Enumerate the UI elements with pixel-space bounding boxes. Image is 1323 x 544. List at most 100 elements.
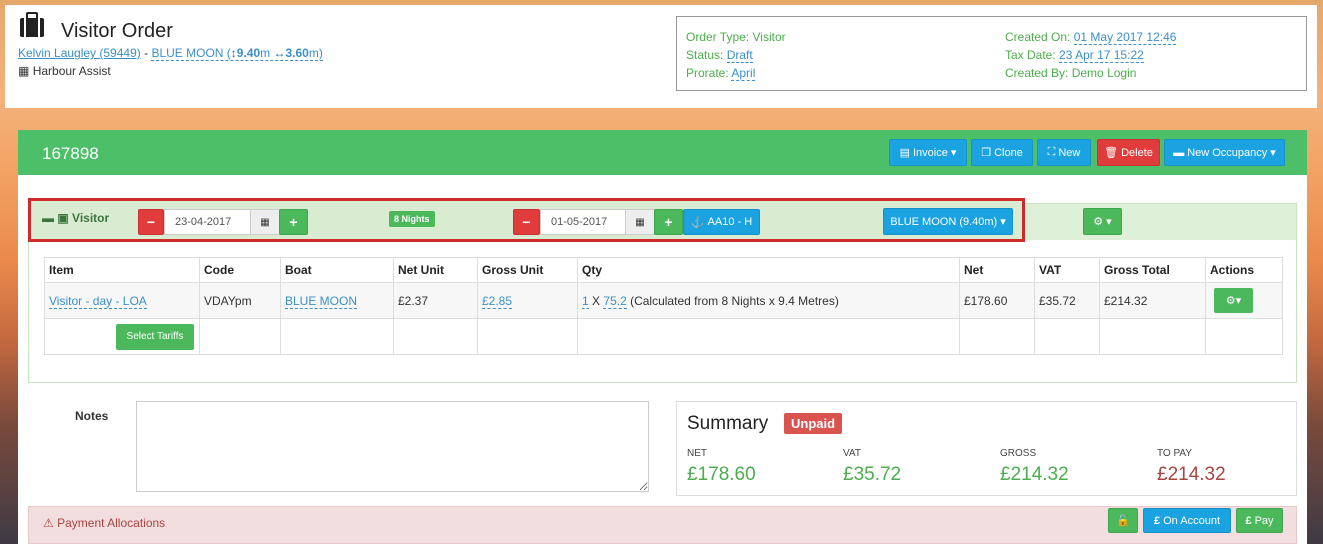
tax-date-value[interactable]: 23 Apr 17 15:22 [1059,48,1144,63]
created-by-value: Demo Login [1071,66,1137,80]
caret-down-icon: ▾ [1235,295,1242,307]
order-type-label: Order Type: [686,30,750,44]
payment-allocations-label: Payment Allocations [57,516,166,530]
on-account-button[interactable]: £ On Account [1143,508,1231,533]
order-header: Visitor Order Kelvin Laugley (59449) - B… [5,5,1317,108]
plus-icon: + [289,214,298,230]
pay-button[interactable]: £ Pay [1236,508,1283,533]
pay-label: Pay [1254,514,1274,527]
beam-arrow-icon: ↔ [273,46,286,60]
qty-units-link[interactable]: 75.2 [603,293,627,309]
length-unit: m [260,46,271,60]
invoice-button[interactable]: ▤ Invoice ▾ [889,139,967,166]
boat-cell-link[interactable]: BLUE MOON [285,293,358,309]
notes-textarea[interactable] [136,401,649,492]
new-occupancy-button[interactable]: ▬ New Occupancy ▾ [1164,139,1285,166]
actions-cell: ⚙ ▾ [1205,282,1283,319]
qty-count-link[interactable]: 1 [582,293,589,309]
boat-select-button[interactable]: BLUE MOON (9.40m) ▾ [883,208,1013,235]
empty-cell [1034,318,1100,355]
invoice-label: Invoice [913,146,948,159]
empty-cell [959,318,1035,355]
payment-allocations-heading: ⚠ Payment Allocations [43,516,165,530]
status-value[interactable]: Draft [726,48,753,63]
caret-down-icon: ▾ [1106,216,1112,228]
empty-cell [1205,318,1283,355]
table-header-row: Item Code Boat Net Unit Gross Unit Qty N… [44,257,1283,283]
qty-cell: 1 X 75.2 (Calculated from 8 Nights x 9.4… [577,282,960,319]
to-date-decrease-button[interactable]: − [513,209,540,235]
tariff-table: Item Code Boat Net Unit Gross Unit Qty N… [44,257,1283,355]
gear-icon: ⚙ [1225,295,1236,307]
gross-unit-link[interactable]: £2.85 [482,293,513,309]
basket-icon: ⛶ [1047,146,1056,158]
prorate-value[interactable]: April [731,66,756,81]
to-pay-label: TO PAY [1157,448,1193,459]
from-date-increase-button[interactable]: + [279,209,308,235]
panel-heading: 167898 ▤ Invoice ▾ ❐ Clone ⛶ New 🗑 Delete ▬ Ne… [18,130,1307,175]
select-tariffs-button[interactable]: Select Tariffs [116,323,194,350]
pound-icon: £ [1245,514,1252,527]
bed-icon: ▬ [1173,146,1185,159]
empty-cell [477,318,578,355]
boat-length: 9.40 [236,46,261,60]
item-link[interactable]: Visitor - day - LOA [49,293,147,309]
line-type-label: Visitor [72,211,110,225]
to-date-increase-button[interactable]: + [654,209,683,235]
berth-label: AA10 - H [707,216,753,228]
unlock-icon: 🔓 [1116,515,1130,527]
col-gross-total: Gross Total [1099,257,1206,283]
col-actions: Actions [1205,257,1283,283]
boat-name: BLUE MOON ( [151,46,231,60]
bed-icon: ▬ [42,211,54,225]
order-info-box: Order Type: Visitor Status: Draft Prorat… [676,16,1307,91]
anchor-icon: ⚓ [690,216,705,229]
net-cell: £178.60 [959,282,1035,319]
created-by-label: Created By: [1005,66,1069,80]
delete-label: Delete [1121,146,1153,159]
caret-down-icon: ▾ [950,147,957,159]
to-pay-value: £214.32 [1157,464,1226,485]
unlock-button[interactable]: 🔓 [1108,508,1138,533]
to-date-calendar-button[interactable]: ▦ [625,209,655,235]
on-account-label: On Account [1163,514,1220,527]
row-actions-button[interactable]: ⚙ ▾ [1214,288,1253,313]
col-net-unit: Net Unit [393,257,478,283]
from-date-decrease-button[interactable]: − [138,209,164,235]
created-on-value[interactable]: 01 May 2017 12:46 [1073,30,1177,45]
vat-value: £35.72 [843,464,902,485]
suitcase-icon [20,12,44,37]
from-date-input[interactable]: 23-04-2017 [164,209,251,235]
col-boat: Boat [280,257,394,283]
source-line: ▦ Harbour Assist [18,64,111,78]
summary-box: Summary Unpaid NET £178.60 VAT £35.72 GR… [676,401,1297,496]
table-footer-row: Select Tariffs [44,318,1283,355]
minus-icon: − [146,214,156,230]
from-date-calendar-button[interactable]: ▦ [250,209,280,235]
boat-link[interactable]: BLUE MOON (↕9.40m ↔3.60m) [151,46,323,61]
tax-date-label: Tax Date: [1005,48,1056,62]
delete-button[interactable]: 🗑 Delete [1097,139,1160,166]
clone-button[interactable]: ❐ Clone [971,139,1033,166]
empty-cell [280,318,394,355]
trash-icon: 🗑 [1104,147,1119,159]
plus-icon: + [664,214,673,230]
customer-link[interactable]: Kelvin Laugley (59449) [18,46,141,60]
clone-label: Clone [994,146,1023,159]
nights-badge: 8 Nights [389,211,435,227]
to-date-input[interactable]: 01-05-2017 [540,209,626,235]
status-badge: Unpaid [784,413,843,434]
vat-label: VAT [843,448,861,459]
empty-cell [1099,318,1206,355]
line-settings-button[interactable]: ⚙ ▾ [1083,208,1122,235]
calendar-icon: ▦ [260,216,270,228]
gear-icon: ⚙ [1093,216,1104,228]
berth-button[interactable]: ⚓ AA10 - H [683,209,760,235]
minus-icon: − [522,214,531,230]
warning-icon: ⚠ [43,516,54,530]
pound-icon: £ [1154,514,1161,527]
new-button[interactable]: ⛶ New [1037,139,1091,166]
order-type: Visitor [752,30,786,44]
boat-beam: 3.60 [285,46,309,60]
col-item: Item [44,257,200,283]
